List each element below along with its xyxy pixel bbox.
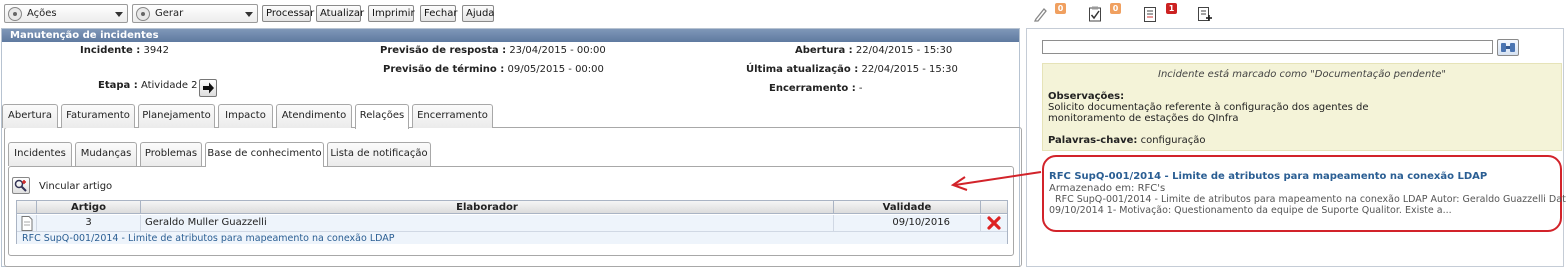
document-icon-cell xyxy=(17,215,37,231)
fechar-button[interactable]: Fechar xyxy=(420,5,457,22)
result-excerpt-line-2: 09/10/2014 1- Motivação: Questionamento … xyxy=(1049,205,1452,216)
observacoes-line-2: monitoramento de estações do QInfra xyxy=(1048,113,1239,124)
etapa-label: Etapa : xyxy=(98,80,138,91)
chevron-down-icon xyxy=(115,12,123,17)
gear-icon xyxy=(8,7,22,21)
tab-mudancas[interactable]: Mudanças xyxy=(75,142,137,166)
tab-base-de-conhecimento[interactable]: Base de conhecimento xyxy=(205,142,324,167)
previsao-termino-label: Previsão de término : xyxy=(383,64,505,75)
encerramento-label: Encerramento : xyxy=(769,83,856,94)
previsao-resposta-value: 23/04/2015 - 00:00 xyxy=(509,45,606,56)
tab-impacto[interactable]: Impacto xyxy=(218,104,273,128)
previsao-resposta-label: Previsão de resposta : xyxy=(380,45,507,56)
delete-icon[interactable] xyxy=(987,216,1001,230)
abertura-field: Abertura : 22/04/2015 - 15:30 xyxy=(795,45,952,56)
previsao-termino-value: 09/05/2015 - 00:00 xyxy=(507,64,604,75)
abertura-label: Abertura : xyxy=(795,45,853,56)
atualizar-button[interactable]: Atualizar xyxy=(316,5,364,22)
column-header-elaborador[interactable]: Elaborador xyxy=(141,201,834,214)
tab-abertura[interactable]: Abertura xyxy=(2,104,58,128)
result-stored-in: Armazenado em: RFC's xyxy=(1049,183,1166,194)
result-title-link[interactable]: RFC SupQ-001/2014 - Limite de atributos … xyxy=(1049,171,1487,182)
result-excerpt-line-1: RFC SupQ-001/2014 - Limite de atributos … xyxy=(1055,194,1566,205)
tab-incidentes[interactable]: Incidentes xyxy=(8,142,72,166)
acoes-dropdown[interactable]: Ações xyxy=(4,4,128,23)
gerar-label: Gerar xyxy=(155,8,184,19)
note-status: Incidente está marcado como "Documentaçã… xyxy=(1158,69,1446,80)
tasks-count-badge: 0 xyxy=(1110,3,1121,14)
column-header-artigo[interactable]: Artigo xyxy=(37,201,141,214)
tab-problemas[interactable]: Problemas xyxy=(140,142,202,166)
encerramento-value: - xyxy=(858,83,863,94)
previsao-termino-field: Previsão de término : 09/05/2015 - 00:00 xyxy=(383,64,604,75)
imprimir-button[interactable]: Imprimir xyxy=(368,5,415,22)
processar-button[interactable]: Processar xyxy=(262,5,314,22)
ultima-atualizacao-value: 22/04/2015 - 15:30 xyxy=(861,64,958,75)
tab-encerramento[interactable]: Encerramento xyxy=(412,104,493,128)
column-header-actions xyxy=(981,201,1007,214)
column-header-blank xyxy=(17,201,37,214)
notes-count-badge: 1 xyxy=(1166,3,1177,14)
observacoes-line-1: Solicito documentação referente à config… xyxy=(1048,102,1369,113)
column-header-validade[interactable]: Validade xyxy=(834,201,981,214)
vincular-artigo-button[interactable]: Vincular artigo xyxy=(12,177,112,195)
search-result-highlight: RFC SupQ-001/2014 - Limite de atributos … xyxy=(1042,155,1566,232)
add-document-icon[interactable] xyxy=(1197,6,1212,22)
tab-relacoes[interactable]: Relações xyxy=(355,104,409,129)
document-icon xyxy=(21,216,33,231)
encerramento-field: Encerramento : - xyxy=(769,83,863,94)
comments-count-badge: 0 xyxy=(1055,3,1066,14)
incidente-label: Incidente : xyxy=(80,45,141,56)
gerar-dropdown[interactable]: Gerar xyxy=(132,4,258,23)
elaborador-cell: Geraldo Muller Guazzelli xyxy=(141,215,834,231)
search-button[interactable] xyxy=(1497,39,1519,56)
tab-faturamento[interactable]: Faturamento xyxy=(61,104,135,128)
artigo-cell: 3 xyxy=(37,215,141,231)
arrow-right-icon xyxy=(203,82,214,94)
tab-planejamento[interactable]: Planejamento xyxy=(138,104,215,128)
incidente-value: 3942 xyxy=(143,45,169,56)
annotation-arrow xyxy=(950,171,1042,191)
palavras-chave-label: Palavras-chave: xyxy=(1048,135,1138,146)
tab-atendimento[interactable]: Atendimento xyxy=(276,104,352,128)
etapa-value: Atividade 2 xyxy=(140,80,198,91)
palavras-chave: Palavras-chave: configuração xyxy=(1048,135,1206,146)
link-article-icon xyxy=(12,177,30,194)
delete-cell xyxy=(981,215,1007,231)
incident-notes-box: Incidente está marcado como "Documentaçã… xyxy=(1042,63,1562,151)
articles-table: Artigo Elaborador Validade 3 Geraldo Mul… xyxy=(16,200,1008,244)
panel-title: Manutenção de incidentes xyxy=(2,29,1019,42)
incidente-field: Incidente : 3942 xyxy=(80,45,169,56)
ultima-atualizacao-label: Última atualização : xyxy=(746,64,859,75)
chevron-down-icon xyxy=(245,12,253,17)
validade-cell: 09/10/2016 xyxy=(834,215,981,231)
palavras-chave-value: configuração xyxy=(1140,135,1206,146)
gear-icon xyxy=(136,7,150,21)
vincular-artigo-label: Vincular artigo xyxy=(39,181,113,192)
knowledge-search-input[interactable] xyxy=(1042,40,1493,54)
comments-icon[interactable] xyxy=(1033,6,1047,22)
ajuda-button[interactable]: Ajuda xyxy=(462,5,494,22)
etapa-field: Etapa : Atividade 2 xyxy=(98,80,198,91)
ultima-atualizacao-field: Última atualização : 22/04/2015 - 15:30 xyxy=(746,64,958,75)
notes-icon[interactable] xyxy=(1143,6,1157,22)
observacoes-label: Observações: xyxy=(1048,91,1125,102)
tab-lista-de-notificacao[interactable]: Lista de notificação xyxy=(327,142,431,166)
advance-stage-button[interactable] xyxy=(199,79,217,97)
previsao-resposta-field: Previsão de resposta : 23/04/2015 - 00:0… xyxy=(380,45,606,56)
row-description[interactable]: RFC SupQ-001/2014 - Limite de atributos … xyxy=(17,231,1007,244)
binoculars-icon xyxy=(1501,43,1515,52)
tasks-icon[interactable] xyxy=(1088,6,1102,22)
abertura-value: 22/04/2015 - 15:30 xyxy=(855,45,953,56)
acoes-label: Ações xyxy=(27,8,57,19)
